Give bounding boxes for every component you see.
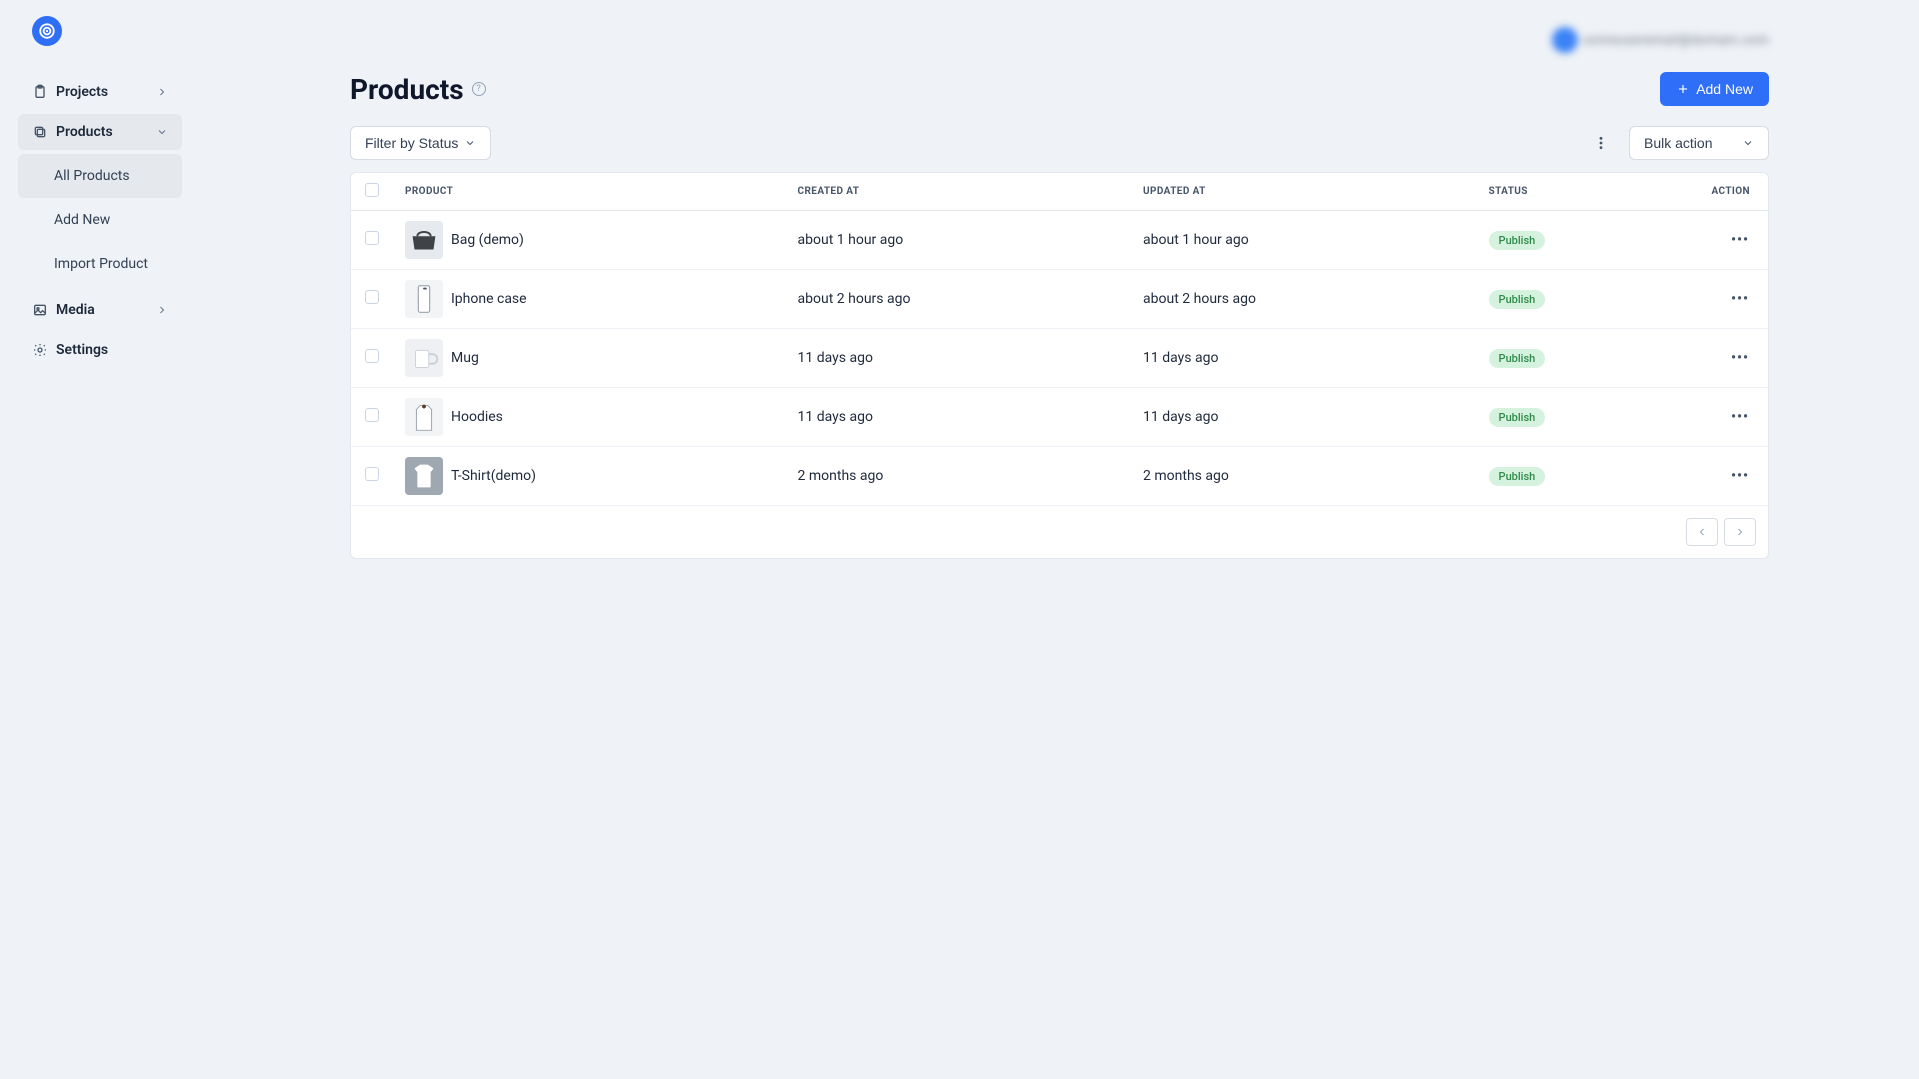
updated-at: 2 months ago [1133, 447, 1479, 506]
chevron-left-icon [1696, 526, 1708, 538]
page-header: Products ? Add New [350, 72, 1769, 106]
sidebar-sub-add-new[interactable]: Add New [18, 198, 182, 242]
main: someuseremail@domain.com Products ? Add … [200, 0, 1919, 1079]
row-actions-button[interactable]: ••• [1730, 350, 1750, 366]
pager-next-button[interactable] [1724, 518, 1756, 546]
toolbar: Filter by Status Bulk action [350, 126, 1769, 160]
table-row[interactable]: Iphone case about 2 hours agoabout 2 hour… [351, 270, 1768, 329]
table-row[interactable]: Hoodies 11 days ago11 days ago Publish ••• [351, 388, 1768, 447]
user-email: someuseremail@domain.com [1584, 33, 1769, 48]
filter-status-dropdown[interactable]: Filter by Status [350, 126, 491, 160]
product-thumbnail [405, 339, 443, 377]
gear-icon [32, 342, 48, 358]
chevron-down-icon [1742, 137, 1754, 149]
row-actions-button[interactable]: ••• [1730, 232, 1750, 248]
product-name: Hoodies [451, 409, 503, 425]
more-options-button[interactable] [1587, 129, 1615, 157]
row-checkbox[interactable] [365, 467, 379, 481]
created-at: 11 days ago [788, 329, 1134, 388]
chevron-right-icon [156, 304, 168, 316]
col-action: ACTION [1678, 173, 1768, 211]
page-title: Products [350, 73, 464, 106]
products-table: PRODUCT CREATED AT UPDATED AT STATUS ACT… [351, 173, 1768, 505]
updated-at: about 2 hours ago [1133, 270, 1479, 329]
target-icon [38, 22, 56, 40]
product-thumbnail [405, 221, 443, 259]
row-checkbox[interactable] [365, 290, 379, 304]
updated-at: 11 days ago [1133, 388, 1479, 447]
topbar: someuseremail@domain.com [350, 20, 1769, 60]
status-badge: Publish [1489, 290, 1546, 309]
sidebar-item-products[interactable]: Products [18, 114, 182, 150]
sidebar-item-projects[interactable]: Projects [18, 74, 182, 110]
filter-status-label: Filter by Status [365, 135, 458, 151]
product-thumbnail [405, 398, 443, 436]
product-name: Bag (demo) [451, 232, 524, 248]
chevron-right-icon [1734, 526, 1746, 538]
sidebar-item-media[interactable]: Media [18, 292, 182, 328]
row-checkbox[interactable] [365, 408, 379, 422]
sidebar-item-label: Settings [56, 342, 108, 358]
help-icon[interactable]: ? [472, 82, 486, 96]
sidebar-item-label: Projects [56, 84, 108, 100]
sidebar-item-settings[interactable]: Settings [18, 332, 182, 368]
product-name: Iphone case [451, 291, 527, 307]
updated-at: 11 days ago [1133, 329, 1479, 388]
sidebar-item-label: Media [56, 302, 95, 318]
row-checkbox[interactable] [365, 349, 379, 363]
sidebar: Projects Products All Products Add New [0, 0, 200, 1079]
pager-prev-button[interactable] [1686, 518, 1718, 546]
pagination [351, 505, 1768, 558]
table-row[interactable]: T-Shirt(demo) 2 months ago2 months ago Pub… [351, 447, 1768, 506]
sidebar-item-label: Products [56, 124, 113, 140]
add-new-button[interactable]: Add New [1660, 72, 1769, 106]
created-at: 11 days ago [788, 388, 1134, 447]
table-row[interactable]: Mug 11 days ago11 days ago Publish ••• [351, 329, 1768, 388]
user-menu[interactable]: someuseremail@domain.com [1552, 27, 1769, 53]
sidebar-sub-label: Import Product [54, 256, 148, 272]
product-name: T-Shirt(demo) [451, 468, 536, 484]
add-new-label: Add New [1696, 81, 1753, 97]
col-created: CREATED AT [788, 173, 1134, 211]
dots-vertical-icon [1593, 135, 1609, 151]
row-actions-button[interactable]: ••• [1730, 291, 1750, 307]
products-table-card: PRODUCT CREATED AT UPDATED AT STATUS ACT… [350, 172, 1769, 559]
chevron-down-icon [464, 137, 476, 149]
created-at: 2 months ago [788, 447, 1134, 506]
col-status: STATUS [1479, 173, 1678, 211]
row-actions-button[interactable]: ••• [1730, 468, 1750, 484]
status-badge: Publish [1489, 467, 1546, 486]
status-badge: Publish [1489, 231, 1546, 250]
chevron-right-icon [156, 86, 168, 98]
row-actions-button[interactable]: ••• [1730, 409, 1750, 425]
status-badge: Publish [1489, 408, 1546, 427]
app-logo[interactable] [32, 16, 62, 46]
table-row[interactable]: Bag (demo) about 1 hour agoabout 1 hour a… [351, 211, 1768, 270]
created-at: about 1 hour ago [788, 211, 1134, 270]
col-product: PRODUCT [395, 173, 788, 211]
copy-icon [32, 124, 48, 140]
sidebar-sub-all-products[interactable]: All Products [18, 154, 182, 198]
sidebar-sub-label: All Products [54, 168, 130, 184]
bulk-action-label: Bulk action [1644, 135, 1712, 151]
products-submenu: All Products Add New Import Product [18, 154, 182, 286]
product-name: Mug [451, 350, 479, 366]
product-thumbnail [405, 280, 443, 318]
row-checkbox[interactable] [365, 231, 379, 245]
avatar [1552, 27, 1578, 53]
updated-at: about 1 hour ago [1133, 211, 1479, 270]
plus-icon [1676, 82, 1690, 96]
created-at: about 2 hours ago [788, 270, 1134, 329]
status-badge: Publish [1489, 349, 1546, 368]
clipboard-icon [32, 84, 48, 100]
col-updated: UPDATED AT [1133, 173, 1479, 211]
select-all-checkbox[interactable] [365, 183, 379, 197]
chevron-down-icon [156, 126, 168, 138]
sidebar-sub-import-product[interactable]: Import Product [18, 242, 182, 286]
sidebar-sub-label: Add New [54, 212, 110, 228]
product-thumbnail [405, 457, 443, 495]
bulk-action-dropdown[interactable]: Bulk action [1629, 126, 1769, 160]
image-icon [32, 302, 48, 318]
